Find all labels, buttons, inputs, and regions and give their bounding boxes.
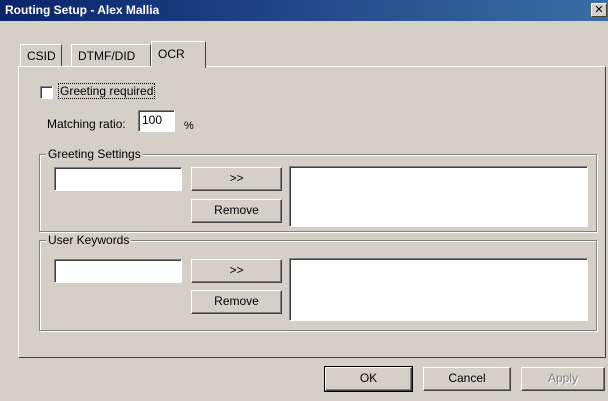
matching-ratio-unit: % — [184, 120, 194, 132]
user-keywords-input[interactable] — [54, 259, 182, 283]
ok-button[interactable]: OK — [324, 366, 413, 392]
keywords-add-button[interactable]: >> — [191, 259, 282, 283]
greeting-remove-button[interactable]: Remove — [191, 199, 282, 223]
greeting-settings-input[interactable] — [54, 167, 182, 191]
tab-dtmf-did-label: DTMF/DID — [78, 49, 136, 63]
tab-dtmf-did[interactable]: DTMF/DID — [71, 44, 151, 66]
tab-csid[interactable]: CSID — [20, 44, 62, 66]
greeting-required-checkbox[interactable] — [40, 86, 53, 99]
greeting-settings-list[interactable] — [289, 166, 588, 227]
greeting-settings-title: Greeting Settings — [46, 147, 143, 161]
close-icon[interactable]: ✕ — [591, 3, 607, 17]
tab-ocr[interactable]: OCR — [151, 41, 206, 68]
greeting-required-label[interactable]: Greeting required — [57, 83, 156, 99]
cancel-button[interactable]: Cancel — [423, 367, 511, 391]
window-title: Routing Setup - Alex Mallia — [5, 3, 160, 17]
keywords-remove-button[interactable]: Remove — [191, 290, 282, 314]
greeting-add-button[interactable]: >> — [191, 167, 282, 191]
matching-ratio-label: Matching ratio: — [47, 117, 126, 131]
tab-csid-label: CSID — [27, 49, 56, 63]
apply-button[interactable]: Apply — [521, 367, 605, 391]
tab-ocr-label: OCR — [158, 47, 185, 61]
user-keywords-list[interactable] — [289, 258, 588, 321]
matching-ratio-input[interactable]: 100 — [138, 110, 175, 132]
title-bar: Routing Setup - Alex Mallia ✕ — [0, 0, 608, 21]
user-keywords-title: User Keywords — [46, 233, 132, 247]
